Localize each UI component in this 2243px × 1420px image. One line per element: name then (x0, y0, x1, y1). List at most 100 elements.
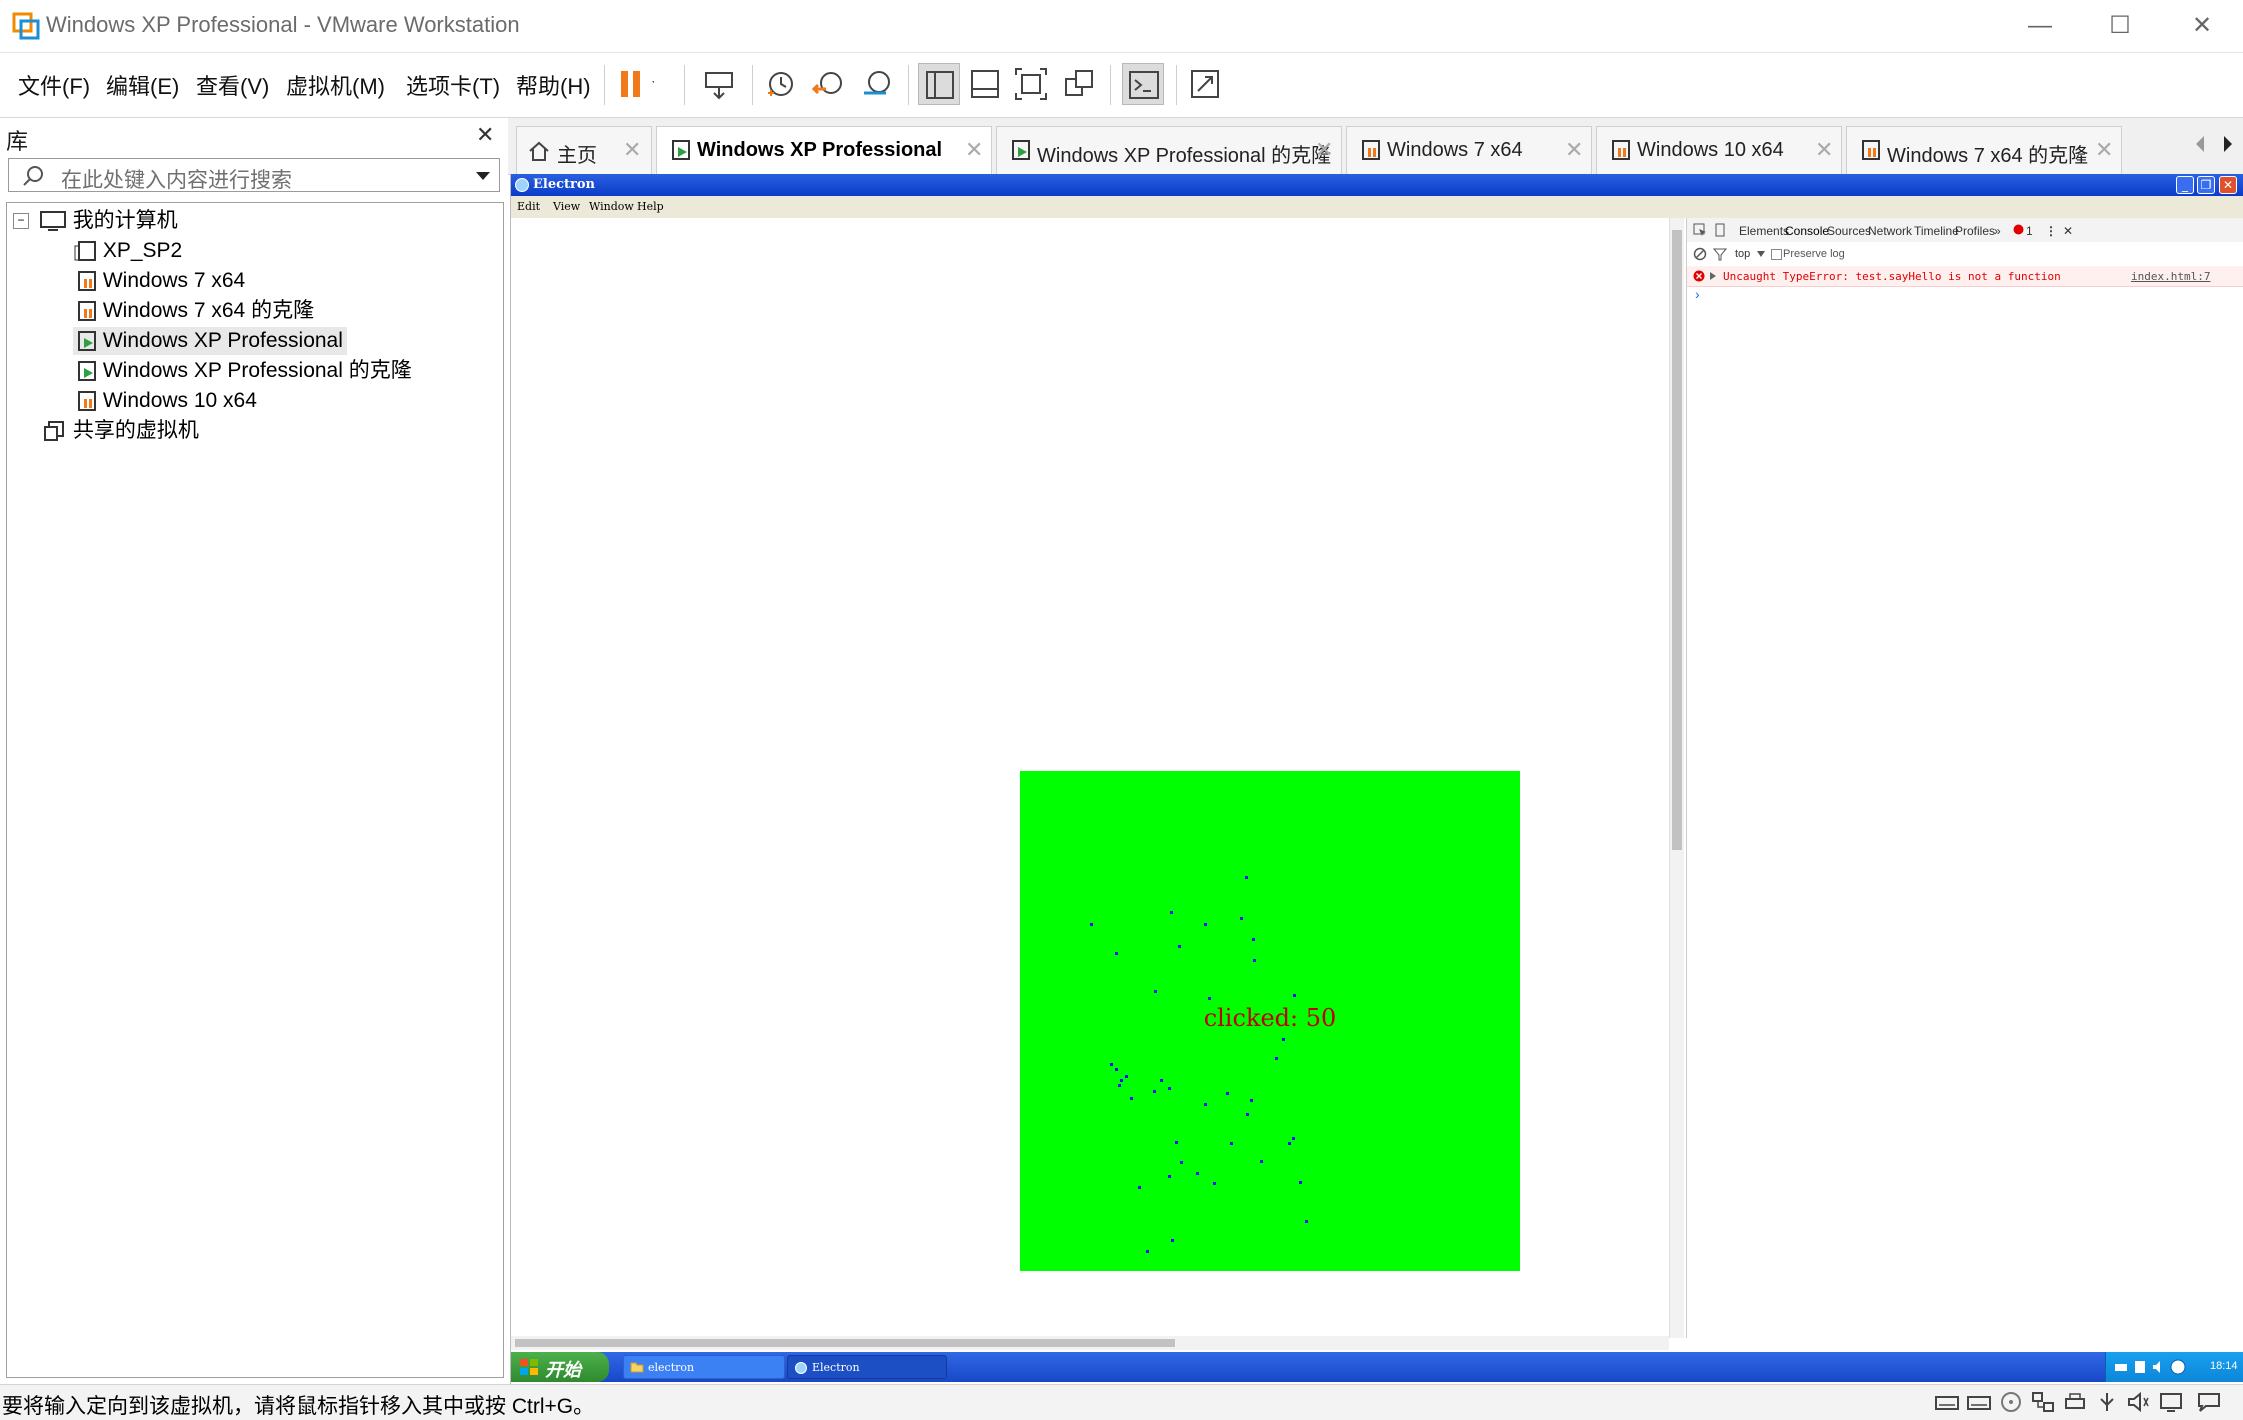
clear-console-icon[interactable] (1693, 247, 1707, 261)
stretch-guest-button[interactable] (1186, 63, 1246, 105)
devtools-tab-sources[interactable]: Sources (1827, 224, 1871, 238)
tab-windows-10-x64[interactable]: Windows 10 x64 ✕ (1596, 126, 1842, 174)
chevron-down-icon[interactable] (475, 171, 491, 181)
tab-scroll-left-icon[interactable] (2192, 134, 2208, 154)
snapshot-manager-button[interactable] (856, 63, 898, 105)
console-prompt[interactable]: › (1695, 286, 1700, 302)
usb-icon[interactable] (2094, 1391, 2122, 1413)
xp-start-button[interactable]: 开始 (511, 1352, 609, 1382)
network-icon[interactable] (2114, 1361, 2128, 1373)
tab-close-icon[interactable]: ✕ (623, 137, 641, 163)
message-log-icon[interactable] (2196, 1391, 2224, 1413)
unity-button[interactable] (1058, 63, 1100, 105)
tab-windows-7-x64-clone[interactable]: Windows 7 x64 的克隆 ✕ (1846, 126, 2122, 174)
error-source-link[interactable]: index.html:7 (2131, 270, 2210, 283)
menu-tabs[interactable]: 选项卡(T) (406, 69, 500, 101)
library-search-input[interactable]: 在此处键入内容进行搜索 (8, 158, 500, 192)
menu-help[interactable]: 帮助(H) (516, 69, 591, 101)
hard-disk-icon[interactable] (1966, 1391, 1994, 1413)
sound-icon[interactable] (2152, 1360, 2164, 1374)
filter-icon[interactable] (1713, 247, 1727, 261)
tree-item-vm[interactable]: Windows XP Professional 的克隆 (73, 357, 412, 385)
devtools-tab-elements[interactable]: Elements (1739, 224, 1789, 238)
tab-windows-7-x64[interactable]: Windows 7 x64 ✕ (1346, 126, 1592, 174)
tab-close-icon[interactable]: ✕ (965, 137, 983, 163)
xp-maximize-button[interactable]: ❐ (2197, 176, 2215, 194)
electron-menu-help[interactable]: Help (637, 200, 664, 213)
expand-triangle-icon[interactable] (1709, 271, 1717, 281)
tab-windows-xp-professional[interactable]: Windows XP Professional ✕ (656, 126, 992, 174)
thumbnail-bar-button[interactable] (964, 63, 1006, 105)
maximize-button[interactable]: ☐ (2090, 8, 2150, 44)
canvas-dot (1146, 1250, 1149, 1253)
canvas-dot (1171, 1239, 1174, 1242)
library-close-button[interactable]: ✕ (476, 122, 494, 148)
green-canvas[interactable]: clicked: 50 (1020, 771, 1520, 1271)
page-horizontal-scrollbar[interactable] (511, 1336, 1669, 1350)
tab-scroll-right-icon[interactable] (2220, 134, 2236, 154)
menu-edit[interactable]: 编辑(E) (106, 69, 179, 101)
tree-item-vm-selected[interactable]: Windows XP Professional (73, 327, 347, 355)
menu-view[interactable]: 查看(V) (196, 69, 269, 101)
menu-vm[interactable]: 虚拟机(M) (286, 69, 385, 101)
menu-file[interactable]: 文件(F) (18, 69, 90, 101)
hard-disk-icon[interactable] (1934, 1391, 1962, 1413)
close-button[interactable]: ✕ (2172, 8, 2232, 44)
devtools-more-tabs[interactable]: » (1994, 224, 2001, 238)
send-ctrl-alt-del-button[interactable] (698, 63, 740, 105)
snapshot-clock-icon (768, 72, 793, 96)
tab-close-icon[interactable]: ✕ (1565, 137, 1583, 163)
tree-item-vm[interactable]: Windows 7 x64 的克隆 (73, 297, 314, 325)
show-library-button[interactable] (918, 63, 960, 105)
taskbar-item-electron-app[interactable]: Electron (787, 1355, 947, 1379)
tab-close-icon[interactable]: ✕ (1815, 137, 1833, 163)
snapshot-button[interactable] (760, 63, 802, 105)
full-screen-button[interactable] (1010, 63, 1052, 105)
home-icon (529, 141, 549, 161)
console-context-select[interactable]: top (1735, 248, 1750, 260)
tree-item-vm[interactable]: Windows 10 x64 (73, 387, 257, 415)
error-count[interactable]: 1 (2026, 224, 2033, 238)
printer-icon[interactable] (2062, 1391, 2090, 1413)
devtools-menu-icon[interactable]: ⋮ (2045, 224, 2057, 238)
cd-dvd-icon[interactable] (1998, 1391, 2026, 1413)
inspect-element-icon[interactable] (1693, 223, 1707, 237)
tree-item-shared-vms[interactable]: 共享的虚拟机 (43, 417, 199, 445)
devtools-tab-profiles[interactable]: Profiles (1955, 224, 1995, 238)
devtools-tab-timeline[interactable]: Timeline (1914, 224, 1959, 238)
full-screen-icon (1015, 68, 1047, 100)
electron-menu-view[interactable]: View (553, 200, 580, 213)
taskbar-item-electron-folder[interactable]: electron (623, 1355, 785, 1379)
electron-menu-window[interactable]: Window (589, 200, 634, 213)
scrollbar-thumb[interactable] (1672, 230, 1682, 850)
electron-menu-edit[interactable]: Edit (517, 200, 540, 213)
chevron-down-icon[interactable] (1757, 251, 1765, 257)
xp-close-button[interactable]: ✕ (2219, 176, 2237, 194)
console-view-button[interactable] (1122, 63, 1164, 105)
tab-home[interactable]: 主页 ✕ (516, 126, 652, 174)
tree-root-my-computer[interactable]: − 我的计算机 (13, 207, 178, 235)
devtools-tab-network[interactable]: Network (1868, 224, 1912, 238)
security-shield-icon[interactable] (2170, 1359, 2186, 1375)
page-vertical-scrollbar[interactable] (1669, 218, 1684, 1338)
speaker-icon[interactable] (2126, 1391, 2154, 1413)
tree-item-vm[interactable]: XP_SP2 (73, 237, 182, 265)
revert-snapshot-button[interactable] (808, 63, 850, 105)
tab-close-icon[interactable]: ✕ (2095, 137, 2113, 163)
network-adapter-icon[interactable] (2030, 1391, 2058, 1413)
help-icon[interactable] (2134, 1360, 2146, 1374)
tab-windows-xp-professional-clone[interactable]: Windows XP Professional 的克隆 ✕ (996, 126, 1342, 174)
devtools-tab-console[interactable]: Console (1785, 224, 1829, 238)
preserve-log-checkbox[interactable] (1771, 249, 1782, 260)
tree-item-vm[interactable]: Windows 7 x64 (73, 267, 245, 295)
display-icon[interactable] (2158, 1391, 2186, 1413)
tab-close-icon[interactable]: ✕ (1315, 137, 1333, 163)
device-mode-icon[interactable] (1713, 223, 1727, 237)
devtools-close-icon[interactable]: ✕ (2063, 224, 2073, 238)
minimize-button[interactable]: — (2010, 8, 2070, 44)
scrollbar-thumb[interactable] (515, 1339, 1175, 1347)
xp-minimize-button[interactable]: _ (2176, 176, 2194, 194)
vm-console[interactable]: Electron _ ❐ ✕ Edit View Window Help cli… (510, 174, 2243, 1384)
pause-button[interactable] (612, 63, 672, 105)
collapse-icon[interactable]: − (13, 213, 29, 230)
